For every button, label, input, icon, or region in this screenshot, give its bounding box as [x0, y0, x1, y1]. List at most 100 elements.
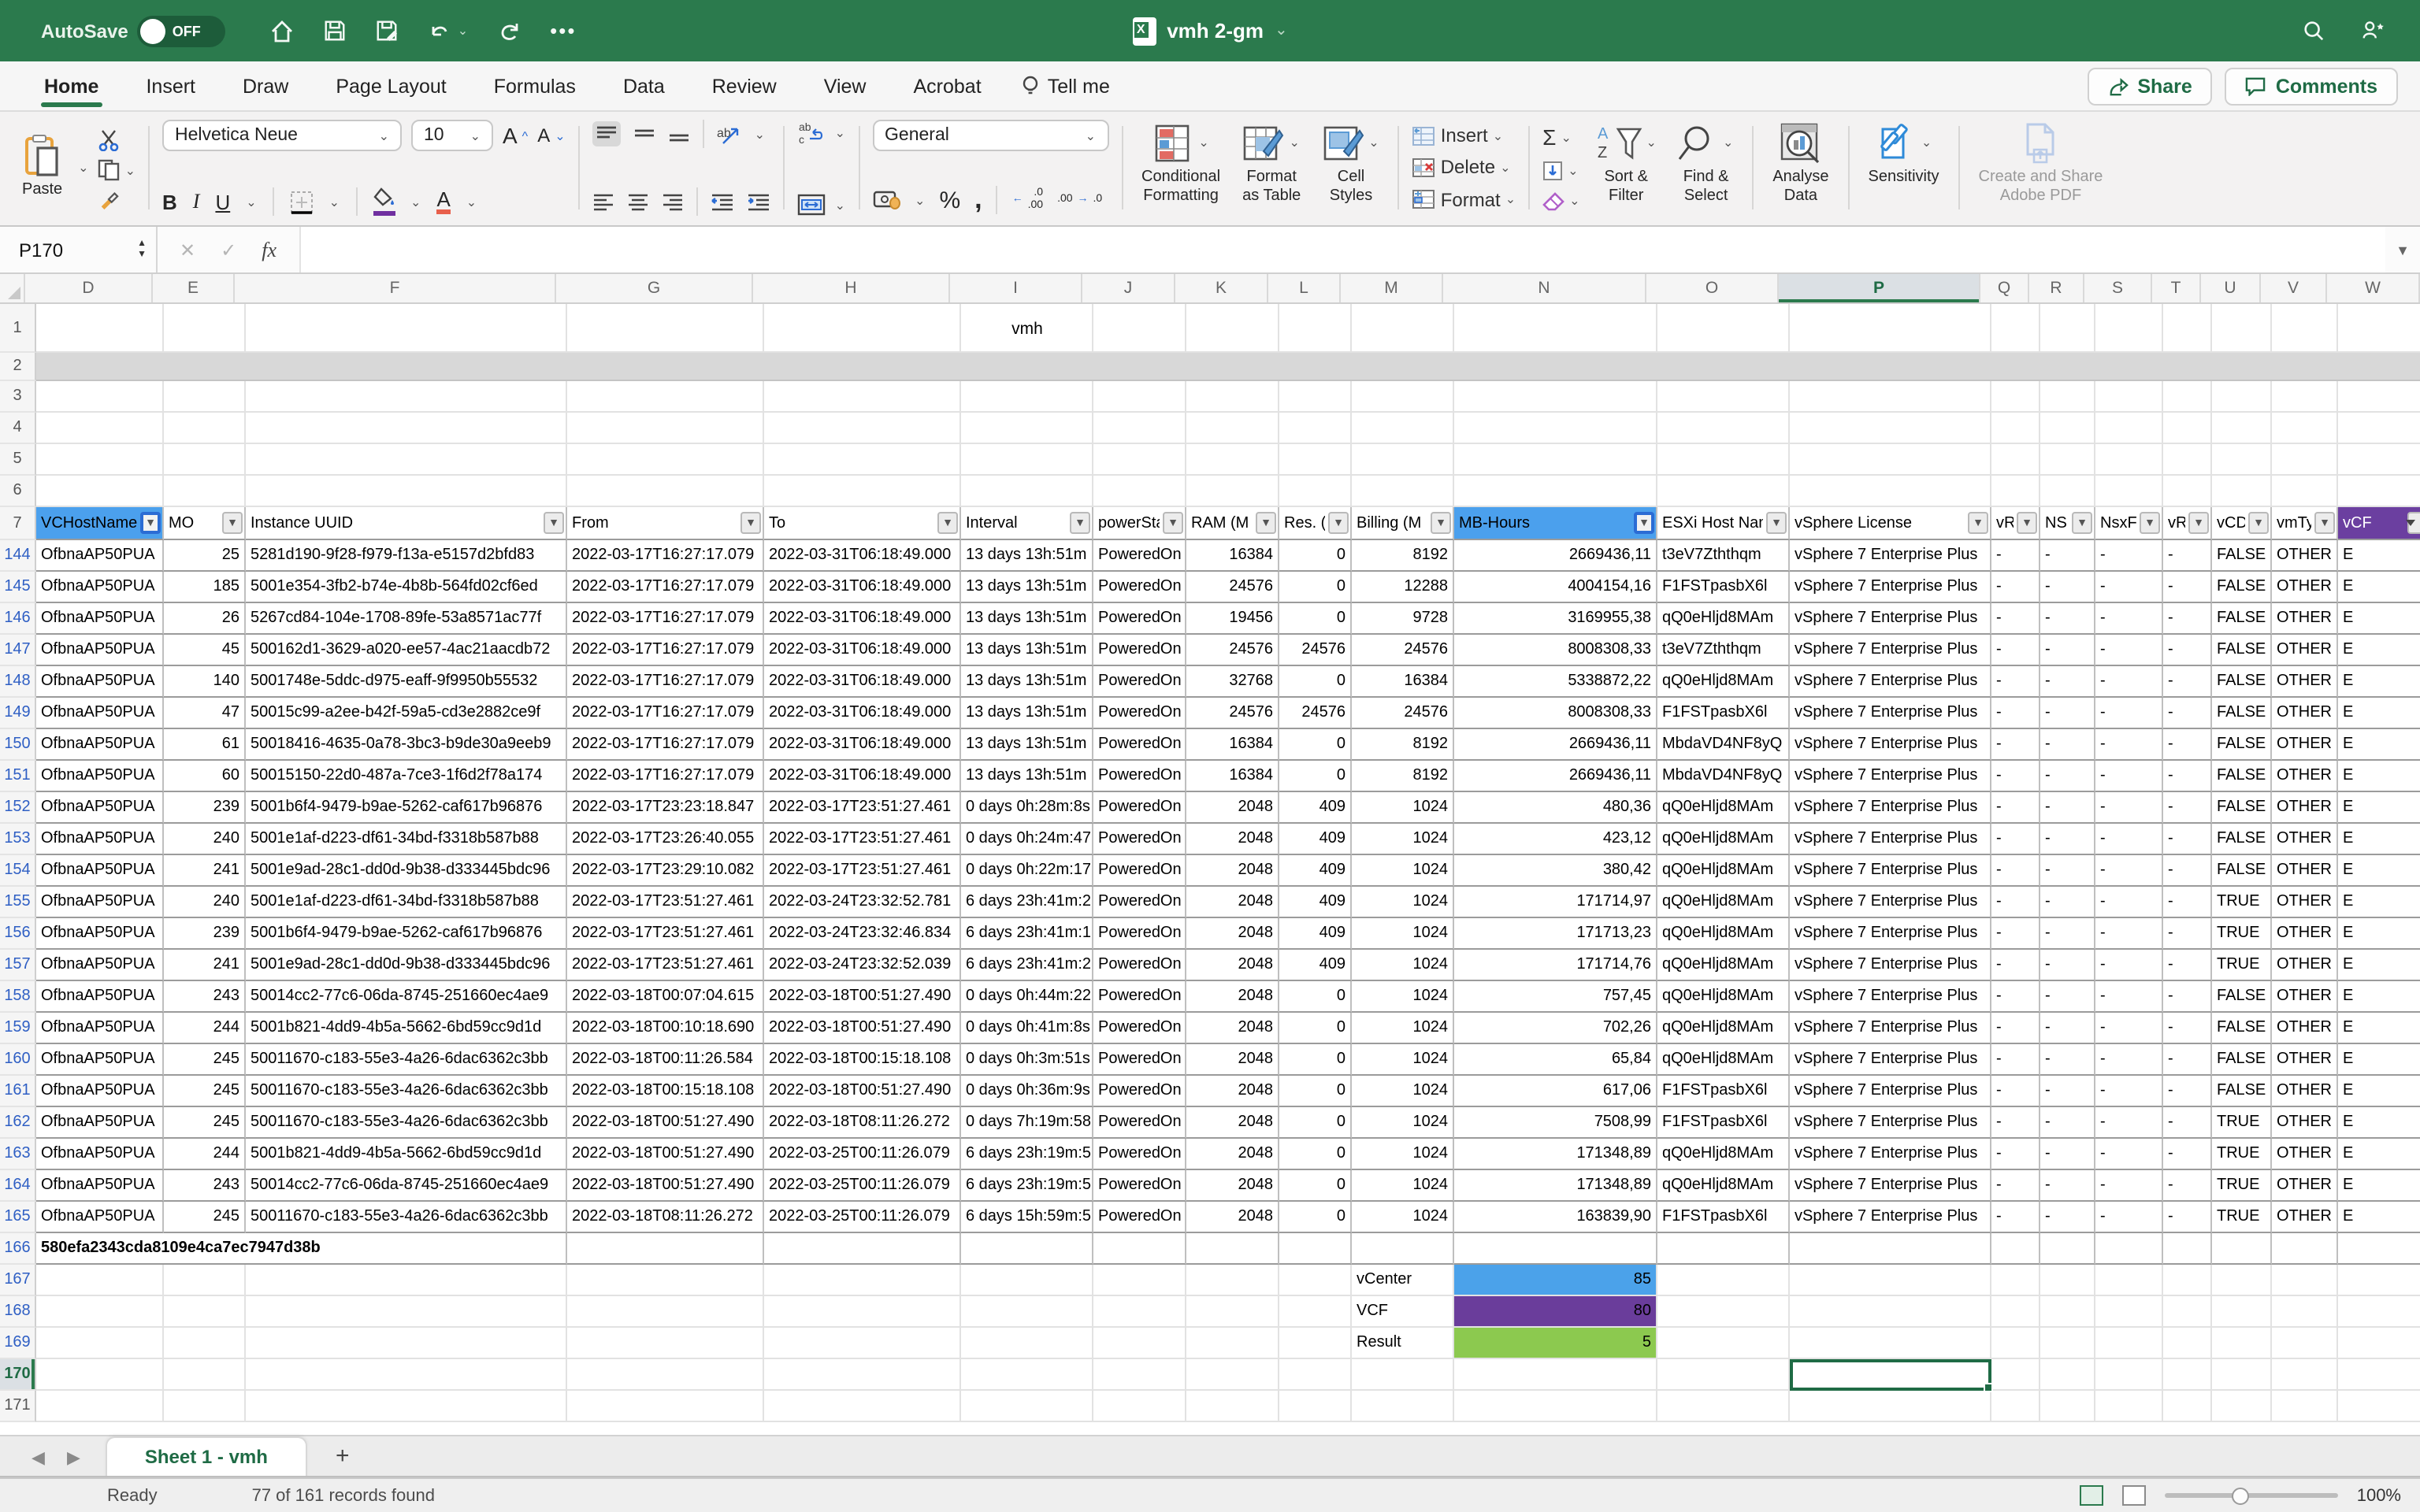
- cell[interactable]: OTHER: [2272, 981, 2338, 1013]
- cell[interactable]: [1186, 381, 1279, 413]
- insert-cells-button[interactable]: Insert⌄: [1412, 124, 1516, 146]
- cell[interactable]: PoweredOn: [1093, 603, 1186, 635]
- cell[interactable]: -: [2163, 855, 2212, 887]
- cell[interactable]: 2022-03-31T06:18:49.000: [764, 572, 961, 603]
- cell[interactable]: [1991, 476, 2040, 507]
- cell[interactable]: 26: [164, 603, 246, 635]
- cell[interactable]: [961, 444, 1093, 476]
- cell[interactable]: OfbnaAP50PUA: [36, 887, 164, 918]
- cell[interactable]: [164, 1265, 246, 1296]
- cell[interactable]: 2022-03-17T23:29:10.082: [567, 855, 764, 887]
- cell[interactable]: 1024: [1352, 824, 1454, 855]
- cell[interactable]: -: [1991, 1044, 2040, 1076]
- cell[interactable]: E: [2338, 950, 2420, 981]
- row-number-145[interactable]: 145: [0, 572, 36, 603]
- copy-chevron-icon[interactable]: ⌄: [125, 163, 135, 177]
- orientation-button[interactable]: ab: [717, 123, 742, 145]
- filter-header-billing-m[interactable]: Billing (M▼: [1352, 507, 1454, 540]
- row-number-171[interactable]: 171: [0, 1391, 36, 1422]
- row-number-170[interactable]: 170: [0, 1359, 36, 1391]
- cell[interactable]: vSphere 7 Enterprise Plus: [1790, 981, 1991, 1013]
- font-color-button[interactable]: A: [436, 189, 450, 214]
- cell[interactable]: TRUE: [2212, 1170, 2272, 1202]
- cell[interactable]: qQ0eHljd8MAm: [1657, 792, 1790, 824]
- cell[interactable]: 5001e354-3fb2-b74e-4b8b-564fd02cf6ed: [246, 572, 567, 603]
- filter-active-icon[interactable]: ▼: [2407, 512, 2420, 534]
- borders-chevron-icon[interactable]: ⌄: [329, 195, 340, 209]
- cell[interactable]: vSphere 7 Enterprise Plus: [1790, 1044, 1991, 1076]
- cell[interactable]: 480,36: [1454, 792, 1657, 824]
- cell[interactable]: 24576: [1279, 635, 1352, 666]
- filter-header-mb-hours[interactable]: MB-Hours▼: [1454, 507, 1657, 540]
- cell[interactable]: vSphere 7 Enterprise Plus: [1790, 698, 1991, 729]
- cell[interactable]: E: [2338, 666, 2420, 698]
- cell[interactable]: [1657, 476, 1790, 507]
- cell[interactable]: PoweredOn: [1093, 1202, 1186, 1233]
- cell[interactable]: [1991, 1296, 2040, 1328]
- cell[interactable]: 244: [164, 1013, 246, 1044]
- fill-color-button[interactable]: [373, 187, 395, 216]
- cell[interactable]: 50015c99-a2ee-b42f-59a5-cd3e2882ce9f: [246, 698, 567, 729]
- cell[interactable]: qQ0eHljd8MAm: [1657, 666, 1790, 698]
- cell[interactable]: 171713,23: [1454, 918, 1657, 950]
- cell[interactable]: [764, 304, 961, 353]
- cell[interactable]: [1454, 413, 1657, 444]
- cell[interactable]: qQ0eHljd8MAm: [1657, 1139, 1790, 1170]
- cell[interactable]: 2669436,11: [1454, 761, 1657, 792]
- cell[interactable]: -: [1991, 918, 2040, 950]
- borders-button[interactable]: [290, 190, 314, 213]
- cell[interactable]: 2022-03-24T23:32:52.039: [764, 950, 961, 981]
- cell[interactable]: vSphere 7 Enterprise Plus: [1790, 761, 1991, 792]
- cell[interactable]: [246, 413, 567, 444]
- cell[interactable]: OTHER: [2272, 603, 2338, 635]
- cell[interactable]: 2022-03-17T16:27:17.079: [567, 603, 764, 635]
- row-number-163[interactable]: 163: [0, 1139, 36, 1170]
- cell[interactable]: E: [2338, 1044, 2420, 1076]
- cell[interactable]: -: [1991, 981, 2040, 1013]
- paste-chevron-icon[interactable]: ⌄: [78, 161, 88, 175]
- cell[interactable]: [1352, 444, 1454, 476]
- bold-button[interactable]: B: [162, 190, 177, 213]
- filter-header-mo[interactable]: MO▼: [164, 507, 246, 540]
- cell[interactable]: OfbnaAP50PUA: [36, 1076, 164, 1107]
- menu-tab-acrobat[interactable]: Acrobat: [911, 64, 985, 108]
- cell[interactable]: FALSE: [2212, 635, 2272, 666]
- cell[interactable]: [2272, 304, 2338, 353]
- percent-button[interactable]: %: [939, 187, 960, 213]
- cell[interactable]: [164, 381, 246, 413]
- cell[interactable]: vSphere 7 Enterprise Plus: [1790, 792, 1991, 824]
- cell[interactable]: 50015150-22d0-487a-7ce3-1f6d2f78a174: [246, 761, 567, 792]
- cell[interactable]: FALSE: [2212, 1044, 2272, 1076]
- cell[interactable]: FALSE: [2212, 1076, 2272, 1107]
- cell[interactable]: -: [1991, 950, 2040, 981]
- cell[interactable]: [246, 444, 567, 476]
- cell[interactable]: [2163, 413, 2212, 444]
- cell[interactable]: -: [2095, 950, 2163, 981]
- cell[interactable]: 409: [1279, 824, 1352, 855]
- row-number-155[interactable]: 155: [0, 887, 36, 918]
- cell[interactable]: 2022-03-24T23:32:52.781: [764, 887, 961, 918]
- cell[interactable]: 0: [1279, 1170, 1352, 1202]
- cell[interactable]: 239: [164, 918, 246, 950]
- menu-tab-view[interactable]: View: [821, 64, 870, 108]
- cell[interactable]: 2022-03-18T00:51:27.490: [764, 1076, 961, 1107]
- row-number-1[interactable]: 1: [0, 304, 36, 353]
- cell[interactable]: [36, 1296, 164, 1328]
- cell[interactable]: [2272, 1391, 2338, 1422]
- filter-dropdown-icon[interactable]: ▼: [2017, 512, 2037, 534]
- cell[interactable]: E: [2338, 729, 2420, 761]
- column-header-J[interactable]: J: [1082, 274, 1175, 302]
- cell[interactable]: 2022-03-18T00:51:27.490: [567, 1170, 764, 1202]
- cell[interactable]: 244: [164, 1139, 246, 1170]
- cell[interactable]: 3169955,38: [1454, 603, 1657, 635]
- cell[interactable]: 16384: [1186, 729, 1279, 761]
- cell[interactable]: [1352, 1359, 1454, 1391]
- menu-tab-page-layout[interactable]: Page Layout: [332, 64, 449, 108]
- cell[interactable]: [1186, 444, 1279, 476]
- cell[interactable]: 13 days 13h:51m: [961, 729, 1093, 761]
- cell[interactable]: t3eV7Zththqm: [1657, 540, 1790, 572]
- cell[interactable]: -: [1991, 603, 2040, 635]
- filter-dropdown-icon[interactable]: ▼: [1766, 512, 1787, 534]
- cell[interactable]: [2095, 1391, 2163, 1422]
- cell[interactable]: [1991, 1233, 2040, 1265]
